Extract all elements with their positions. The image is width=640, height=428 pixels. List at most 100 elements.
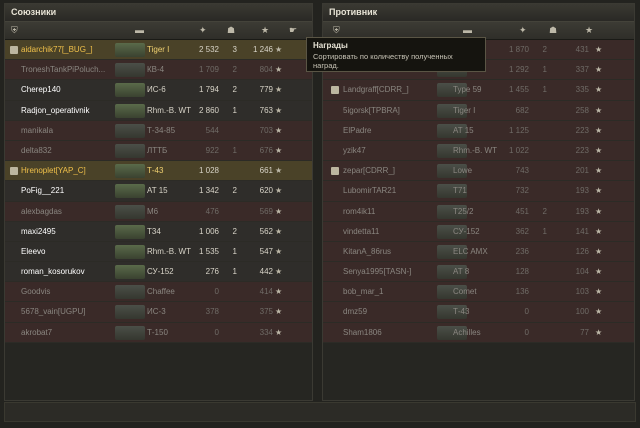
player-row[interactable]: 5678_vain[UGPU] ИС-3 378 375 ★ <box>5 302 312 323</box>
kills-value: 1 <box>232 145 237 155</box>
star-icon: ★ <box>595 267 603 277</box>
star-icon: ★ <box>595 287 603 297</box>
shield-sort-icon[interactable]: ⛨ <box>11 25 18 36</box>
star-icon: ★ <box>595 186 603 196</box>
player-row[interactable]: dmz59 Т-43 0 100 ★ <box>323 302 634 323</box>
player-row[interactable]: PoFig__221 AT 15 1 342 2 620 ★ <box>5 181 312 202</box>
star-icon: ★ <box>595 85 603 95</box>
awards-value: 1 246 <box>252 45 273 54</box>
star-icon: ★ <box>275 267 283 277</box>
damage-sort-icon[interactable]: ✦ <box>199 25 207 36</box>
damage-value: 0 <box>524 327 529 337</box>
player-name: Hrenoplet[YAP_C] <box>21 166 86 176</box>
cursor-icon: ☛ <box>289 25 298 35</box>
star-icon: ★ <box>275 166 283 176</box>
clan-emblem-icon <box>10 46 18 54</box>
star-icon: ★ <box>595 226 603 236</box>
player-row[interactable]: delta832 ЛТТБ 922 1 676 ★ <box>5 140 312 162</box>
damage-value: 1 455 <box>508 85 529 95</box>
player-row[interactable]: bob_mar_1 Comet 136 103 ★ <box>323 282 634 303</box>
damage-sort-icon[interactable]: ✦ <box>519 25 527 36</box>
shield-sort-icon[interactable]: ⛨ <box>333 25 340 36</box>
tank-icon <box>115 244 145 259</box>
player-row[interactable]: Radjon_operativnik Rhm.-B. WT 2 860 1 763 ★ <box>5 100 312 121</box>
tank-name: ELC AMX <box>453 246 488 256</box>
awards-value: 414 <box>259 287 273 297</box>
player-row[interactable]: 5igorsk[TPBRA] Tiger I 682 258 ★ <box>323 100 634 121</box>
player-row[interactable]: LubomirTAR21 T71 732 193 ★ <box>323 181 634 202</box>
player-row[interactable]: Landgraff[CDRR_] Type 59 1 455 1 335 ★ <box>323 80 634 101</box>
player-row[interactable]: Eleevo Rhm.-B. WT 1 535 1 547 ★ <box>5 241 312 263</box>
enemies-title: Противник <box>323 4 634 22</box>
player-name: Eleevo <box>21 246 46 256</box>
tank-sort-icon[interactable]: ▬ <box>135 25 144 35</box>
kills-value: 2 <box>232 65 237 75</box>
player-row[interactable]: vindetta11 СУ-152 362 1 141 ★ <box>323 221 634 242</box>
tank-icon <box>115 285 145 300</box>
player-name: PoFig__221 <box>21 186 65 196</box>
tank-icon <box>115 43 145 57</box>
kills-value: 1 <box>542 226 547 236</box>
player-row[interactable]: TroneshTankPiPoluch... КВ-4 1 709 2 804 ★ <box>5 60 312 81</box>
awards-sort-icon[interactable]: ★ <box>585 25 593 36</box>
awards-value: 77 <box>580 327 589 337</box>
player-row[interactable]: zepar[CDRR_] Lowe 743 201 ★ <box>323 161 634 182</box>
tank-sort-icon[interactable]: ▬ <box>463 25 472 35</box>
player-name: 5678_vain[UGPU] <box>21 307 86 317</box>
clan-emblem-icon <box>331 167 339 176</box>
player-row[interactable]: maxi2495 T34 1 006 2 562 ★ <box>5 221 312 242</box>
awards-value: 334 <box>259 327 273 337</box>
player-name: alexbagdas <box>21 206 62 216</box>
awards-sort-icon[interactable]: ★ <box>261 25 269 36</box>
player-row[interactable]: ElPadre AT 15 1 125 223 ★ <box>323 120 634 141</box>
tank-name: Comet <box>453 287 477 297</box>
awards-value: 442 <box>259 267 273 277</box>
player-name: Senya1995[TASN-] <box>343 267 412 277</box>
damage-value: 1 870 <box>508 45 529 54</box>
star-icon: ★ <box>275 125 283 135</box>
tank-name: AT 15 <box>453 125 474 135</box>
awards-value: 201 <box>575 166 589 176</box>
player-row[interactable]: Cherep140 ИС-6 1 794 2 779 ★ <box>5 80 312 101</box>
awards-tooltip: Награды Сортировать по количеству получе… <box>306 37 486 72</box>
star-icon: ★ <box>275 65 283 75</box>
tank-name: AT 8 <box>453 267 470 277</box>
player-row[interactable]: roman_kosorukov СУ-152 276 1 442 ★ <box>5 262 312 283</box>
tooltip-body: Сортировать по количеству полученных наг… <box>313 52 453 70</box>
star-icon: ★ <box>595 327 603 337</box>
kills-sort-icon[interactable]: ☗ <box>549 25 557 36</box>
player-row[interactable]: Hrenoplet[YAP_C] Т-43 1 028 661 ★ <box>5 161 312 182</box>
kills-value: 1 <box>232 267 237 277</box>
star-icon: ★ <box>595 125 603 135</box>
damage-value: 128 <box>515 267 529 277</box>
awards-value: 141 <box>575 226 589 236</box>
damage-value: 1 342 <box>198 186 219 196</box>
star-icon: ★ <box>275 206 283 216</box>
player-row[interactable]: alexbagdas M6 476 569 ★ <box>5 201 312 222</box>
awards-value: 223 <box>575 145 589 155</box>
star-icon: ★ <box>275 226 283 236</box>
kills-sort-icon[interactable]: ☗ <box>227 25 235 36</box>
awards-value: 661 <box>259 166 273 176</box>
player-row[interactable]: yzik47 Rhm.-B. WT 1 022 223 ★ <box>323 140 634 162</box>
player-row[interactable]: Sham1806 Achilles 0 77 ★ <box>323 322 634 343</box>
awards-value: 126 <box>575 246 589 256</box>
player-row[interactable]: rom4ik11 T25/2 451 2 193 ★ <box>323 201 634 222</box>
player-name: 5igorsk[TPBRA] <box>343 105 400 115</box>
player-row[interactable]: KitanA_86rus ELC AMX 236 126 ★ <box>323 241 634 263</box>
player-name: aidarchik77[_BUG_] <box>21 45 93 54</box>
kills-value: 1 <box>542 85 547 95</box>
damage-value: 732 <box>515 186 529 196</box>
player-row[interactable]: akrobat7 Т-150 0 334 ★ <box>5 322 312 343</box>
player-name: zepar[CDRR_] <box>343 166 396 176</box>
player-row[interactable]: Goodvis Chaffee 0 414 ★ <box>5 282 312 303</box>
tank-name: Rhm.-B. WT <box>453 145 497 155</box>
player-row[interactable]: manikala Т-34-85 544 703 ★ <box>5 120 312 141</box>
player-row[interactable]: Senya1995[TASN-] AT 8 128 104 ★ <box>323 262 634 283</box>
tank-icon <box>115 224 145 239</box>
star-icon: ★ <box>275 85 283 95</box>
kills-value: 2 <box>542 206 547 216</box>
damage-value: 1 292 <box>508 65 529 75</box>
player-row[interactable]: aidarchik77[_BUG_] Tiger I2 532 3 1 246 ★ <box>5 40 312 61</box>
tank-name: Achilles <box>453 327 481 337</box>
